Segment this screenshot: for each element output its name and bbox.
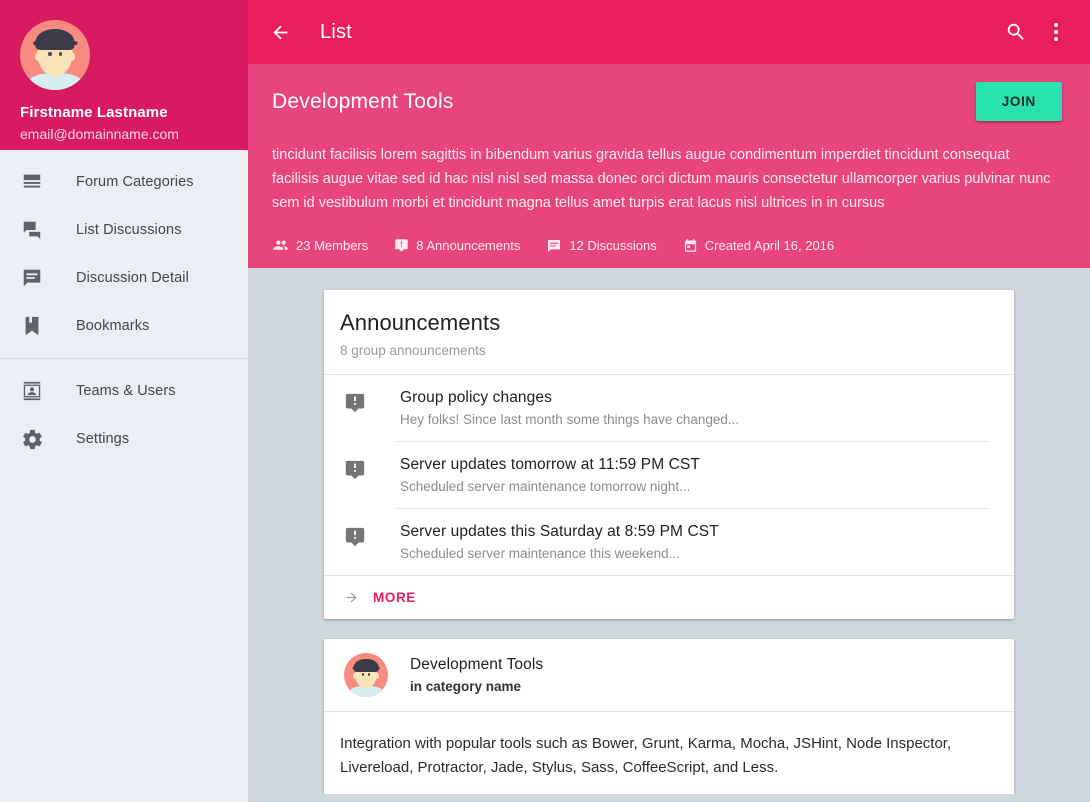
contacts-icon (20, 379, 44, 403)
avatar-hair (33, 29, 78, 51)
announcement-list-item[interactable]: Server updates tomorrow at 11:59 PM CST … (324, 442, 1014, 508)
announcement-subtitle: Scheduled server maintenance this weeken… (400, 546, 680, 561)
avatar-eye-left (361, 672, 364, 676)
meta-label: 12 Discussions (569, 238, 657, 253)
sidebar-user-header: Firstname Lastname email@domainname.com (0, 0, 248, 150)
comment-icon (20, 266, 44, 290)
announcement-icon (344, 392, 368, 416)
overflow-menu-button[interactable] (1036, 12, 1076, 52)
meta-created: Created April 16, 2016 (683, 238, 834, 253)
announcement-text: Group policy changes Hey folks! Since la… (400, 389, 739, 427)
sidebar-item-settings[interactable]: Settings (0, 415, 248, 463)
post-title: Development Tools (410, 656, 544, 673)
avatar-hair (352, 658, 380, 672)
meta-label: Created April 16, 2016 (704, 238, 835, 253)
group-title: Development Tools (272, 90, 454, 113)
search-button[interactable] (996, 12, 1036, 52)
announcement-title: Server updates tomorrow at 11:59 PM CST (400, 456, 700, 473)
meta-members: 23 Members (272, 237, 368, 254)
more-label: MORE (373, 590, 416, 605)
app-root: Firstname Lastname email@domainname.com … (0, 0, 1090, 802)
meta-label: 8 Announcements (416, 238, 521, 253)
announcement-subtitle: Hey folks! Since last month some things … (400, 412, 740, 427)
meta-announcements: 8 Announcements (394, 238, 520, 253)
arrow-forward-icon (344, 590, 359, 605)
announcement-subtitle: Scheduled server maintenance tomorrow ni… (400, 479, 691, 494)
sidebar-item-forum-categories[interactable]: Forum Categories (0, 158, 248, 206)
calendar-icon (683, 238, 698, 253)
people-outline-icon (272, 237, 289, 254)
back-button[interactable] (260, 12, 300, 52)
user-email: email@domainname.com (20, 126, 179, 142)
content-scroll-area[interactable]: Announcements 8 group announcements Grou… (248, 268, 1090, 794)
sidebar-item-label: Forum Categories (76, 174, 194, 190)
more-link[interactable]: MORE (324, 576, 1014, 619)
announcements-card: Announcements 8 group announcements Grou… (324, 290, 1014, 619)
group-header: Development Tools JOIN tincidunt facilis… (248, 64, 1090, 268)
sidebar-item-list-discussions[interactable]: List Discussions (0, 206, 248, 254)
meta-discussions: 12 Discussions (546, 238, 657, 254)
post-card: Development Tools in category name Integ… (324, 639, 1014, 794)
app-bar: List (248, 0, 1090, 64)
announcements-subtitle: 8 group announcements (340, 343, 486, 358)
announcement-title: Server updates this Saturday at 8:59 PM … (400, 523, 719, 540)
avatar (344, 653, 388, 697)
announcement-list-item[interactable]: Server updates this Saturday at 8:59 PM … (324, 509, 1014, 575)
announcement-title: Group policy changes (400, 389, 552, 406)
avatar-ear-right (69, 52, 76, 62)
sidebar-item-discussion-detail[interactable]: Discussion Detail (0, 254, 248, 302)
more-vert-icon (1054, 23, 1058, 41)
sidebar-item-label: List Discussions (76, 222, 182, 238)
announcement-list-item[interactable]: Group policy changes Hey folks! Since la… (324, 375, 1014, 441)
comment-icon (546, 238, 562, 254)
view-agenda-icon (20, 170, 44, 194)
sidebar-item-teams-users[interactable]: Teams & Users (0, 367, 248, 415)
meta-label: 23 Members (296, 238, 369, 253)
avatar-eye-left (48, 51, 52, 57)
search-icon (1005, 21, 1027, 43)
user-name: Firstname Lastname (20, 104, 168, 121)
main-column: List Development Tools JOIN tincidunt fa… (248, 0, 1090, 802)
announcements-card-header: Announcements 8 group announcements (324, 290, 1014, 374)
avatar (20, 20, 90, 90)
post-header-text: Development Tools in category name (410, 656, 543, 694)
sidebar-item-label: Discussion Detail (76, 270, 189, 286)
post-card-header: Development Tools in category name (324, 639, 1014, 711)
sidebar-item-label: Teams & Users (76, 383, 176, 399)
post-category: in category name (410, 679, 522, 694)
sidebar-item-bookmarks[interactable]: Bookmarks (0, 302, 248, 350)
page-title: List (320, 20, 352, 43)
announcement-icon (344, 459, 368, 483)
sidebar-nav-primary: Forum Categories List Discussions Discus… (0, 150, 248, 358)
group-description: tincidunt facilisis lorem sagittis in bi… (272, 147, 1051, 211)
announcement-icon (394, 238, 409, 253)
forum-icon (20, 218, 44, 242)
group-meta: 23 Members 8 Announcements 12 Discussion… (264, 237, 1062, 254)
sidebar: Firstname Lastname email@domainname.com … (0, 0, 248, 802)
join-button[interactable]: JOIN (975, 82, 1062, 121)
gear-icon (20, 427, 44, 451)
avatar-ear-right (374, 673, 379, 679)
post-body: Integration with popular tools such as B… (340, 735, 952, 776)
announcements-title: Announcements (340, 310, 501, 335)
sidebar-item-label: Settings (76, 431, 130, 447)
announcement-text: Server updates this Saturday at 8:59 PM … (400, 523, 719, 561)
sidebar-item-label: Bookmarks (76, 318, 150, 334)
sidebar-nav-secondary: Teams & Users Settings (0, 359, 248, 471)
bookmark-icon (20, 314, 44, 338)
arrow-back-icon (270, 22, 291, 43)
announcement-icon (344, 526, 368, 550)
announcement-text: Server updates tomorrow at 11:59 PM CST … (400, 456, 700, 494)
group-header-top: Development Tools JOIN (264, 82, 1062, 121)
